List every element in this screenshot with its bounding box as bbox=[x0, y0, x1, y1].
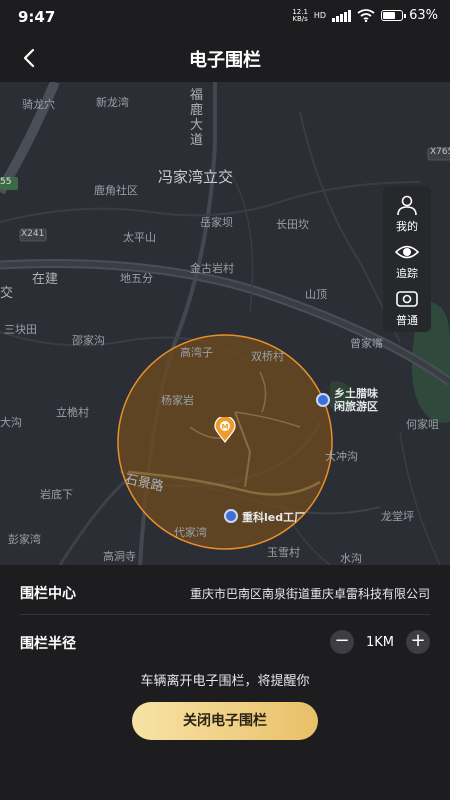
place-label: 双桥村 bbox=[251, 350, 284, 363]
place-label: 岳家坝 bbox=[200, 216, 233, 229]
place-label: 在建 bbox=[32, 272, 59, 287]
control-label: 普通 bbox=[396, 314, 418, 327]
status-time: 9:47 bbox=[18, 8, 56, 26]
fence-center-address: 重庆市巴南区南泉街道重庆卓雷科技有限公司 bbox=[189, 587, 430, 601]
page-title: 电子围栏 bbox=[189, 50, 261, 71]
road-shield: X765 bbox=[430, 147, 450, 157]
place-label: 大沟 bbox=[0, 416, 22, 429]
map-view[interactable]: 骑龙穴 新龙湾 福鹿大道 冯家湾立交 鹿角社区 岳家坝 长田坎 太平山 X241… bbox=[0, 82, 450, 565]
road-label: 福鹿大道 bbox=[190, 88, 204, 148]
place-label: 曾家嘴 bbox=[350, 337, 383, 350]
place-label: 三块田 bbox=[4, 323, 37, 336]
network-speed: 12.1 KB/s bbox=[292, 8, 308, 23]
fence-center-label: 围栏中心 bbox=[20, 586, 76, 602]
place-label: 龙堂坪 bbox=[381, 510, 414, 523]
place-label: 高洞寺 bbox=[103, 550, 136, 563]
place-label: 骑龙穴 bbox=[22, 98, 55, 111]
signal-icon bbox=[332, 9, 352, 22]
place-label: 玉雪村 bbox=[267, 546, 300, 559]
place-label: 邵家沟 bbox=[72, 334, 105, 347]
place-label: 高湾子 bbox=[180, 346, 213, 359]
battery-percent: 63% bbox=[409, 8, 438, 23]
place-label: 何家咀 bbox=[406, 418, 439, 431]
close-fence-button[interactable]: 关闭电子围栏 bbox=[132, 702, 318, 740]
place-label: 杨家岩 bbox=[161, 394, 194, 407]
place-label: 长田坎 bbox=[276, 218, 309, 231]
hd-badge: HD bbox=[313, 11, 327, 20]
poi-label: 乡土腊味 闲旅游区 bbox=[334, 387, 378, 413]
poi-label: 重科led工厂 bbox=[242, 511, 306, 524]
place-label: 太平山 bbox=[123, 231, 156, 244]
radius-stepper: − 1KM + bbox=[329, 630, 430, 654]
place-label: 交 bbox=[0, 286, 14, 301]
net-speed-unit: KB/s bbox=[292, 14, 308, 23]
control-label: 追踪 bbox=[396, 267, 418, 280]
place-label: 代家湾 bbox=[174, 526, 207, 539]
map-controls: 我的 追踪 普通 bbox=[383, 186, 431, 332]
map-mode-icon bbox=[396, 291, 418, 307]
control-label: 我的 bbox=[396, 220, 418, 233]
place-label: 彭家湾 bbox=[8, 533, 41, 546]
radius-increase-button[interactable]: + bbox=[406, 630, 430, 654]
place-label: 山顶 bbox=[305, 288, 327, 301]
eye-icon bbox=[395, 245, 419, 259]
radius-decrease-button[interactable]: − bbox=[329, 630, 354, 654]
status-icons: 12.1 KB/s HD 63% bbox=[292, 8, 438, 23]
poi-pin-icon[interactable] bbox=[224, 509, 238, 523]
place-label: 地五分 bbox=[120, 272, 153, 285]
fence-settings-panel: 围栏中心 重庆市巴南区南泉街道重庆卓雷科技有限公司 围栏半径 − 1KM + 车… bbox=[0, 565, 450, 800]
radius-value: 1KM bbox=[365, 634, 394, 650]
fence-radius-label: 围栏半径 bbox=[20, 636, 76, 652]
fence-notice: 车辆离开电子围栏，将提醒你 bbox=[140, 674, 310, 689]
vehicle-marker-icon[interactable]: M bbox=[214, 417, 236, 443]
nav-bar: 电子围栏 bbox=[0, 34, 450, 82]
place-label: 大冲沟 bbox=[325, 450, 358, 463]
wifi-icon bbox=[357, 9, 375, 22]
poi-pin-icon[interactable] bbox=[316, 393, 330, 407]
place-label: 金古岩村 bbox=[190, 262, 234, 275]
svg-text:M: M bbox=[222, 423, 229, 431]
place-label: 鹿角社区 bbox=[94, 184, 138, 197]
battery-icon bbox=[381, 10, 407, 21]
road-shield: 55 bbox=[0, 177, 12, 187]
fence-radius-row: 围栏半径 − 1KM + bbox=[20, 630, 430, 654]
track-button[interactable]: 追踪 bbox=[383, 241, 431, 281]
status-bar: 9:47 12.1 KB/s HD 63% bbox=[0, 0, 450, 34]
place-label: 新龙湾 bbox=[96, 96, 129, 109]
place-label: 水沟 bbox=[340, 552, 362, 565]
map-mode-button[interactable]: 普通 bbox=[383, 288, 431, 328]
person-icon bbox=[397, 195, 417, 216]
fence-center-row: 围栏中心 重庆市巴南区南泉街道重庆卓雷科技有限公司 bbox=[20, 583, 430, 603]
my-location-button[interactable]: 我的 bbox=[383, 194, 431, 234]
divider bbox=[20, 614, 430, 615]
place-label: 立桅村 bbox=[56, 406, 89, 419]
place-label: 冯家湾立交 bbox=[158, 168, 234, 186]
place-label: 岩底下 bbox=[40, 488, 73, 501]
road-shield: X241 bbox=[21, 229, 45, 239]
